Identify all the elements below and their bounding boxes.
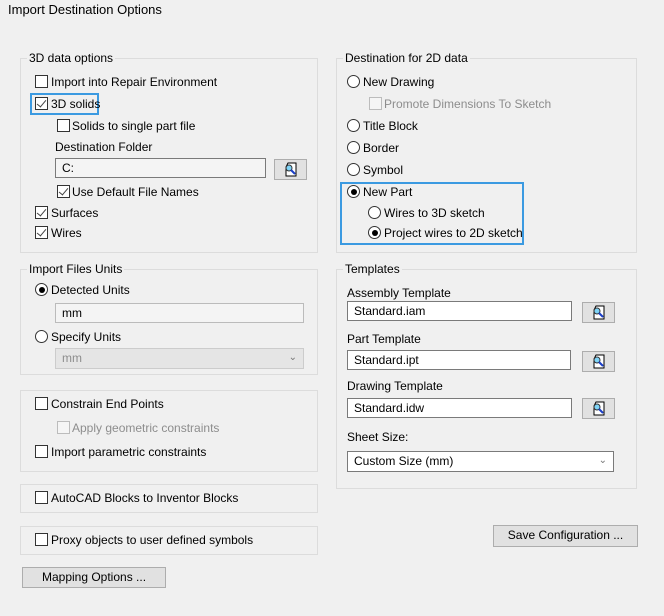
destination-folder-label: Destination Folder bbox=[55, 140, 153, 154]
detected-units-label[interactable]: Detected Units bbox=[51, 283, 130, 297]
browse-drawing-button[interactable] bbox=[582, 398, 615, 419]
geometric-constraints-label: Apply geometric constraints bbox=[72, 421, 220, 435]
wires-label[interactable]: Wires bbox=[51, 226, 82, 240]
title-block-label[interactable]: Title Block bbox=[363, 119, 418, 133]
single-part-label[interactable]: Solids to single part file bbox=[72, 119, 195, 133]
proxy-objects-label[interactable]: Proxy objects to user defined symbols bbox=[51, 533, 253, 547]
title-block-radio[interactable] bbox=[347, 119, 360, 132]
save-configuration-button[interactable]: Save Configuration ... bbox=[493, 525, 638, 547]
wires-checkbox[interactable] bbox=[35, 226, 48, 239]
autocad-blocks-checkbox[interactable] bbox=[35, 491, 48, 504]
constrain-end-points-label[interactable]: Constrain End Points bbox=[51, 397, 164, 411]
symbol-radio[interactable] bbox=[347, 163, 360, 176]
group-title: Import Files Units bbox=[27, 262, 125, 276]
group-title: 3D data options bbox=[27, 51, 116, 65]
browse-assembly-button[interactable] bbox=[582, 302, 615, 323]
specify-units-value: mm bbox=[62, 351, 82, 365]
detected-units-input: mm bbox=[55, 303, 304, 323]
constrain-end-points-checkbox[interactable] bbox=[35, 397, 48, 410]
project-wires-2d-radio[interactable] bbox=[368, 226, 381, 239]
autocad-blocks-label[interactable]: AutoCAD Blocks to Inventor Blocks bbox=[51, 491, 238, 505]
sheet-size-value: Custom Size (mm) bbox=[354, 454, 454, 468]
assembly-template-label: Assembly Template bbox=[347, 286, 451, 300]
use-default-names-label[interactable]: Use Default File Names bbox=[72, 185, 199, 199]
drawing-template-input[interactable]: Standard.idw bbox=[347, 398, 572, 418]
destination-folder-input[interactable]: C: bbox=[55, 158, 266, 178]
import-repair-checkbox[interactable] bbox=[35, 75, 48, 88]
use-default-names-checkbox[interactable] bbox=[57, 185, 70, 198]
sheet-size-select[interactable]: Custom Size (mm) ⌄ bbox=[347, 451, 614, 472]
new-drawing-radio[interactable] bbox=[347, 75, 360, 88]
new-part-label[interactable]: New Part bbox=[363, 185, 412, 199]
geometric-constraints-checkbox bbox=[57, 421, 70, 434]
single-part-checkbox[interactable] bbox=[57, 119, 70, 132]
group-title: Templates bbox=[343, 262, 402, 276]
proxy-objects-checkbox[interactable] bbox=[35, 533, 48, 546]
browse-folder-button[interactable] bbox=[274, 159, 307, 180]
browse-part-button[interactable] bbox=[582, 351, 615, 372]
drawing-template-label: Drawing Template bbox=[347, 379, 443, 393]
project-wires-2d-label[interactable]: Project wires to 2D sketch bbox=[384, 226, 523, 240]
specify-units-label[interactable]: Specify Units bbox=[51, 330, 121, 344]
part-template-label: Part Template bbox=[347, 332, 421, 346]
browse-icon bbox=[275, 162, 306, 177]
assembly-template-input[interactable]: Standard.iam bbox=[347, 301, 572, 321]
parametric-constraints-label[interactable]: Import parametric constraints bbox=[51, 445, 206, 459]
detected-units-radio[interactable] bbox=[35, 283, 48, 296]
browse-icon bbox=[583, 401, 614, 416]
group-title: Destination for 2D data bbox=[343, 51, 470, 65]
browse-icon bbox=[583, 305, 614, 320]
wires-3d-sketch-radio[interactable] bbox=[368, 206, 381, 219]
mapping-options-button[interactable]: Mapping Options ... bbox=[22, 567, 166, 588]
new-part-radio[interactable] bbox=[347, 185, 360, 198]
wires-3d-sketch-label[interactable]: Wires to 3D sketch bbox=[384, 206, 485, 220]
surfaces-checkbox[interactable] bbox=[35, 206, 48, 219]
specify-units-select: mm ⌄ bbox=[55, 348, 304, 369]
3d-solids-label[interactable]: 3D solids bbox=[51, 97, 100, 111]
sheet-size-label: Sheet Size: bbox=[347, 430, 409, 444]
promote-dimensions-checkbox bbox=[369, 97, 382, 110]
part-template-input[interactable]: Standard.ipt bbox=[347, 350, 571, 370]
import-repair-label[interactable]: Import into Repair Environment bbox=[51, 75, 217, 89]
new-drawing-label[interactable]: New Drawing bbox=[363, 75, 434, 89]
chevron-down-icon: ⌄ bbox=[598, 455, 607, 466]
browse-icon bbox=[583, 354, 614, 369]
border-label[interactable]: Border bbox=[363, 141, 399, 155]
window-title: Import Destination Options bbox=[8, 2, 162, 17]
3d-solids-checkbox[interactable] bbox=[35, 97, 48, 110]
promote-dimensions-label: Promote Dimensions To Sketch bbox=[384, 97, 552, 111]
symbol-label[interactable]: Symbol bbox=[363, 163, 403, 177]
border-radio[interactable] bbox=[347, 141, 360, 154]
chevron-down-icon: ⌄ bbox=[288, 352, 297, 363]
surfaces-label[interactable]: Surfaces bbox=[51, 206, 98, 220]
parametric-constraints-checkbox[interactable] bbox=[35, 445, 48, 458]
specify-units-radio[interactable] bbox=[35, 330, 48, 343]
